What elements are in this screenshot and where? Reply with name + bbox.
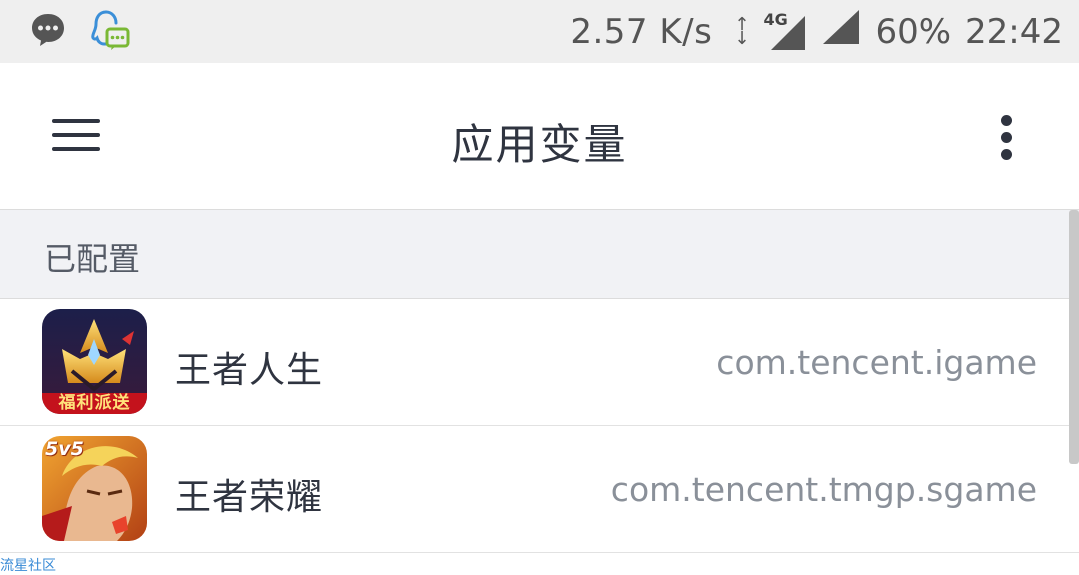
qq-penguin-icon <box>90 9 130 55</box>
section-header-configured: 已配置 <box>0 210 1079 299</box>
chat-bubble-icon <box>30 12 66 52</box>
watermark-text: 流星社区 <box>0 558 56 574</box>
app-list-item-igame[interactable]: 福利派送 王者人生 com.tencent.igame <box>0 299 1079 426</box>
page-title: 应用变量 <box>451 120 628 169</box>
status-bar-notifications <box>0 9 130 55</box>
app-icon-badge-text: 5v5 <box>45 438 84 460</box>
wangzhe-rensheng-app-icon: 福利派送 <box>42 309 147 414</box>
app-package-name: com.tencent.igame <box>716 343 1037 382</box>
app-list-item-sgame[interactable]: 5v5 王者荣耀 com.tencent.tmgp.sgame <box>0 426 1079 553</box>
battery-text: 60% <box>875 11 952 52</box>
wangzhe-rongyao-app-icon: 5v5 <box>42 436 147 541</box>
clock-text: 22:42 <box>965 11 1063 52</box>
updown-arrow-icon: ↑ ↓ <box>734 13 750 49</box>
network-4g-icon: 4G <box>763 10 807 52</box>
app-bar: 应用变量 <box>0 63 1079 210</box>
app-name: 王者荣耀 <box>175 477 324 518</box>
status-bar-system: 2.57 K/s ↑ ↓ 4G 60% 22:42 <box>570 0 1063 63</box>
scrollbar[interactable] <box>1069 210 1079 464</box>
app-package-name: com.tencent.tmgp.sgame <box>610 470 1037 509</box>
signal-icon <box>821 9 861 54</box>
more-vert-icon[interactable] <box>996 115 1018 161</box>
section-label: 已配置 <box>44 240 141 278</box>
app-icon-badge-text: 福利派送 <box>58 393 131 413</box>
screen: 2.57 K/s ↑ ↓ 4G 60% 22:42 应用变量 已配置 福利派送 … <box>0 0 1079 575</box>
net-speed-text: 2.57 K/s <box>570 11 713 52</box>
app-name: 王者人生 <box>175 350 324 391</box>
status-bar: 2.57 K/s ↑ ↓ 4G 60% 22:42 <box>0 0 1079 63</box>
